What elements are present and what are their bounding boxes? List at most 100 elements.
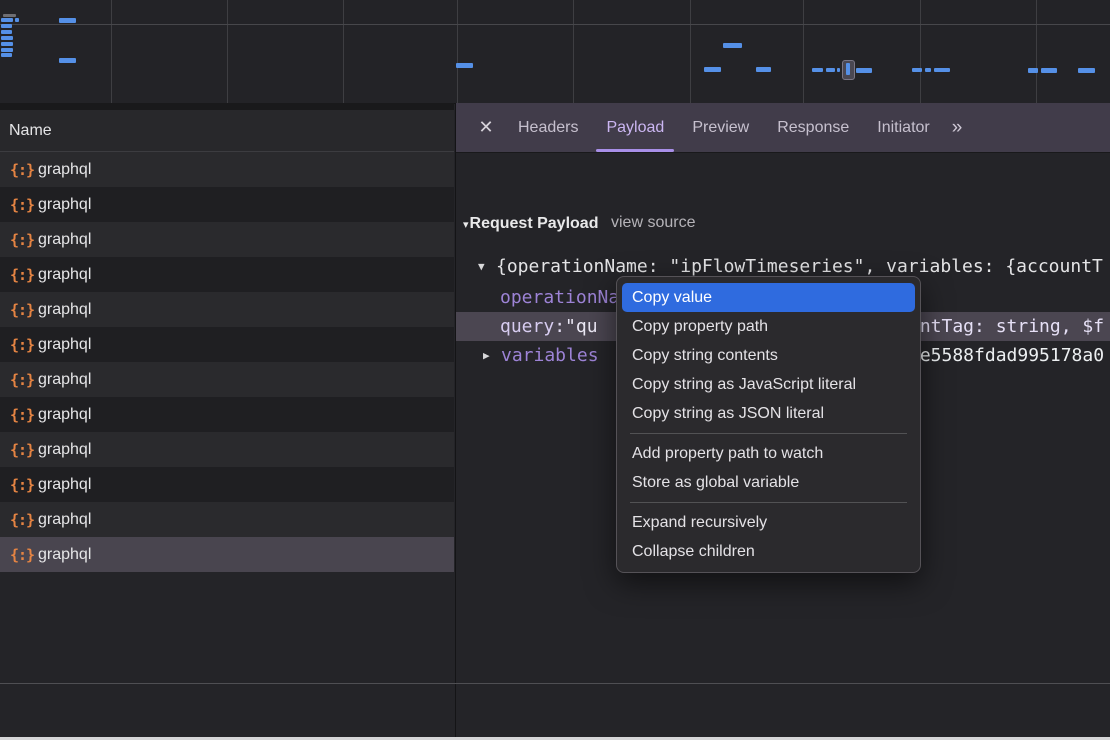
expander-triangle-icon[interactable]: ▶: [483, 349, 501, 362]
request-row-graphql[interactable]: {:}graphql: [0, 502, 454, 537]
request-name-label: graphql: [38, 266, 91, 284]
timeline-gridline: [457, 0, 458, 103]
footer-divider: [0, 683, 1110, 684]
json-braces-icon: {:}: [10, 441, 38, 459]
timeline-request-bar: [15, 18, 19, 22]
json-braces-icon: {:}: [10, 546, 38, 564]
timeline-request-bar: [826, 68, 835, 72]
panel-divider: [0, 103, 454, 110]
request-row-graphql[interactable]: {:}graphql: [0, 292, 454, 327]
menu-item-copy-value[interactable]: Copy value: [622, 283, 915, 312]
timeline-gridline: [803, 0, 804, 103]
request-payload-section-header[interactable]: ▾ Request Payload: [463, 215, 598, 233]
network-overview-timeline[interactable]: [0, 0, 1110, 104]
timeline-marker-bar: [846, 63, 850, 75]
expander-triangle-icon[interactable]: ▼: [478, 260, 496, 273]
timeline-gridline: [573, 0, 574, 103]
menu-item-copy-string-as-json-literal[interactable]: Copy string as JSON literal: [622, 399, 915, 428]
timeline-request-bar: [1028, 68, 1038, 73]
request-row-graphql[interactable]: {:}graphql: [0, 432, 454, 467]
menu-item-add-property-path-to-watch[interactable]: Add property path to watch: [622, 439, 915, 468]
tab-payload[interactable]: Payload: [592, 103, 678, 152]
timeline-request-bar: [1078, 68, 1095, 73]
timeline-request-bar: [456, 63, 473, 68]
request-row-graphql[interactable]: {:}graphql: [0, 362, 454, 397]
request-name-label: graphql: [38, 406, 91, 424]
timeline-request-bar: [934, 68, 950, 72]
menu-item-store-as-global-variable[interactable]: Store as global variable: [622, 468, 915, 497]
timeline-request-bar: [912, 68, 922, 72]
menu-item-copy-string-contents[interactable]: Copy string contents: [622, 341, 915, 370]
timeline-request-bar: [1, 24, 12, 28]
variables-value-continued: ee5588fdad995178a0: [909, 341, 1104, 370]
tab-response[interactable]: Response: [763, 103, 863, 152]
tab-preview[interactable]: Preview: [678, 103, 763, 152]
timeline-request-bar: [1041, 68, 1057, 73]
timeline-request-bar: [1, 18, 13, 22]
name-column-label: Name: [9, 122, 52, 140]
request-name-label: graphql: [38, 161, 91, 179]
detail-tab-bar: ✕ HeadersPayloadPreviewResponseInitiator…: [456, 103, 1110, 153]
request-rows: {:}graphql{:}graphql{:}graphql{:}graphql…: [0, 152, 454, 572]
timeline-request-bar: [1, 53, 12, 57]
json-braces-icon: {:}: [10, 336, 38, 354]
request-name-label: graphql: [38, 336, 91, 354]
menu-item-expand-recursively[interactable]: Expand recursively: [622, 508, 915, 537]
request-row-graphql[interactable]: {:}graphql: [0, 222, 454, 257]
timeline-request-bar: [837, 68, 840, 72]
tab-headers[interactable]: Headers: [504, 103, 592, 152]
request-row-graphql[interactable]: {:}graphql: [0, 327, 454, 362]
section-title: Request Payload: [470, 215, 599, 233]
menu-item-copy-string-as-javascript-literal[interactable]: Copy string as JavaScript literal: [622, 370, 915, 399]
json-braces-icon: {:}: [10, 266, 38, 284]
json-braces-icon: {:}: [10, 196, 38, 214]
menu-separator: [630, 502, 907, 503]
timeline-request-bar: [59, 58, 76, 63]
request-row-graphql[interactable]: {:}graphql: [0, 537, 454, 572]
property-name: query: [500, 316, 554, 337]
timeline-request-bar: [1, 48, 13, 52]
timeline-request-bar: [756, 67, 771, 72]
request-name-label: graphql: [38, 231, 91, 249]
request-row-graphql[interactable]: {:}graphql: [0, 467, 454, 502]
request-name-label: graphql: [38, 196, 91, 214]
json-braces-icon: {:}: [10, 371, 38, 389]
timeline-selected-marker: [842, 60, 855, 80]
json-braces-icon: {:}: [10, 406, 38, 424]
name-column-header[interactable]: Name: [0, 110, 454, 152]
timeline-request-bar: [925, 68, 931, 72]
timeline-request-bar: [3, 14, 16, 17]
chevron-double-right-icon[interactable]: »: [952, 117, 961, 139]
json-braces-icon: {:}: [10, 476, 38, 494]
request-row-graphql[interactable]: {:}graphql: [0, 397, 454, 432]
request-name-label: graphql: [38, 546, 91, 564]
json-braces-icon: {:}: [10, 161, 38, 179]
json-braces-icon: {:}: [10, 301, 38, 319]
view-source-link[interactable]: view source: [611, 214, 695, 232]
request-list-panel: Name {:}graphql{:}graphql{:}graphql{:}gr…: [0, 103, 454, 740]
menu-item-collapse-children[interactable]: Collapse children: [622, 537, 915, 566]
tabs-container: HeadersPayloadPreviewResponseInitiator: [504, 103, 944, 152]
request-name-label: graphql: [38, 301, 91, 319]
timeline-request-bar: [723, 43, 742, 48]
timeline-request-bar: [704, 67, 721, 72]
request-row-graphql[interactable]: {:}graphql: [0, 257, 454, 292]
timeline-gridline: [111, 0, 112, 103]
devtools-network-panel: Name {:}graphql{:}graphql{:}graphql{:}gr…: [0, 0, 1110, 740]
request-row-graphql[interactable]: {:}graphql: [0, 187, 454, 222]
timeline-request-bar: [812, 68, 823, 72]
menu-separator: [630, 433, 907, 434]
query-value-continued: untTag: string, $f: [909, 312, 1104, 341]
close-icon[interactable]: ✕: [468, 117, 504, 138]
request-row-graphql[interactable]: {:}graphql: [0, 152, 454, 187]
timeline-request-bar: [1, 30, 12, 34]
tab-initiator[interactable]: Initiator: [863, 103, 943, 152]
timeline-request-bar: [1, 42, 13, 46]
menu-item-copy-property-path[interactable]: Copy property path: [622, 312, 915, 341]
property-separator: :: [554, 316, 565, 337]
timeline-gridline: [227, 0, 228, 103]
request-name-label: graphql: [38, 371, 91, 389]
timeline-gridline: [690, 0, 691, 103]
context-menu: Copy valueCopy property pathCopy string …: [616, 276, 921, 573]
timeline-gridline: [0, 24, 1110, 25]
